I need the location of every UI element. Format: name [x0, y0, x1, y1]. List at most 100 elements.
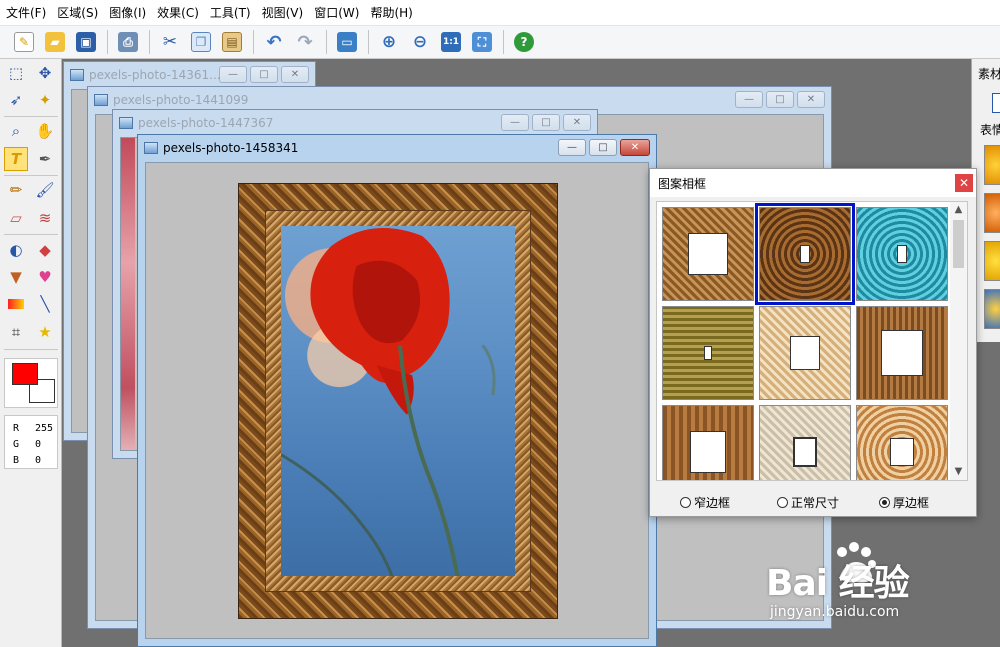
zoom-out-button[interactable]: ⊖ [406, 28, 434, 56]
brush-icon[interactable]: 🖌 [33, 178, 57, 202]
crop-icon[interactable]: ⌗ [4, 320, 28, 344]
zoom-in-button[interactable]: ⊕ [375, 28, 403, 56]
color-replace-icon[interactable]: ◆ [33, 238, 57, 262]
radio-normal-size[interactable]: 正常尺寸 [777, 494, 839, 511]
image-file-icon [70, 69, 84, 81]
eyedropper-icon[interactable]: ✒ [33, 147, 57, 171]
toolbar-separator [368, 30, 369, 54]
help-button[interactable]: ? [510, 28, 538, 56]
frame-hole [704, 346, 712, 360]
new-button[interactable]: ✎ [10, 28, 38, 56]
redo-icon: ↷ [297, 31, 313, 53]
emoji-tab[interactable]: 表情 [980, 121, 1000, 138]
menu-help[interactable]: 帮助(H) [368, 4, 421, 21]
undo-button[interactable]: ↶ [260, 28, 288, 56]
radio-thick-border[interactable]: 厚边框 [879, 494, 929, 511]
frame-thumb-brown-wood[interactable] [856, 306, 948, 400]
smudge-icon[interactable]: ≋ [33, 206, 57, 230]
frame-thumb-marble-beige[interactable] [759, 405, 851, 480]
menu-image[interactable]: 图像(I) [107, 4, 155, 21]
gradient-icon[interactable] [4, 292, 28, 316]
document-window-active[interactable]: pexels-photo-1458341 — □ ✕ [137, 134, 657, 647]
scroll-up-icon[interactable]: ▲ [950, 202, 967, 218]
fit-window-button[interactable]: ⛶ [468, 28, 496, 56]
framed-photo [238, 183, 558, 619]
maximize-button[interactable]: □ [532, 114, 560, 131]
frame-thumb-cyan-ornate[interactable] [856, 207, 948, 301]
magic-wand-icon[interactable]: ✦ [33, 88, 57, 112]
emoji-item[interactable] [984, 193, 1000, 233]
fill-bucket-icon[interactable]: ▼ [4, 265, 28, 289]
minimize-button[interactable]: — [219, 66, 247, 83]
redo-button[interactable]: ↷ [291, 28, 319, 56]
canvas-area[interactable] [145, 162, 649, 639]
eraser-icon[interactable]: ▱ [4, 206, 28, 230]
zoom-tool-icon[interactable]: ⌕ [4, 119, 28, 143]
close-button[interactable]: ✕ [563, 114, 591, 131]
baidu-watermark: Bai 经验 jingyan.baidu.com [758, 540, 998, 630]
lasso-select-icon[interactable]: ➶ [4, 88, 28, 112]
scrollbar-thumb[interactable] [953, 220, 964, 268]
zoom-in-icon: ⊕ [381, 32, 397, 52]
radio-label: 正常尺寸 [791, 496, 840, 510]
open-button[interactable]: ▰ [41, 28, 69, 56]
line-tool-icon[interactable]: ╲ [33, 292, 57, 316]
radio-narrow-border[interactable]: 窄边框 [680, 494, 730, 511]
window-controls: — □ ✕ [558, 139, 650, 156]
frame-dialog-titlebar[interactable]: 图案相框 [650, 169, 976, 197]
text-tool-icon[interactable]: T [4, 147, 28, 171]
menu-file[interactable]: 文件(F) [4, 4, 55, 21]
hand-tool-icon[interactable]: ✋ [33, 119, 57, 143]
paste-button[interactable]: ▤ [218, 28, 246, 56]
palette-divider [4, 234, 58, 235]
star-shape-icon[interactable]: ★ [33, 320, 57, 344]
print-icon: ⎙ [118, 32, 138, 52]
menu-region[interactable]: 区域(S) [55, 4, 107, 21]
actual-size-button[interactable]: 1:1 [437, 28, 465, 56]
emoji-item[interactable] [984, 241, 1000, 281]
pencil-icon[interactable]: ✏ [4, 178, 28, 202]
close-button[interactable]: ✕ [797, 91, 825, 108]
screenshot-button[interactable]: ▭ [333, 28, 361, 56]
window-title: pexels-photo-14361... [89, 68, 221, 82]
frame-thumb-gold-ornate[interactable] [856, 405, 948, 480]
minimize-button[interactable]: — [558, 139, 586, 156]
rect-select-icon[interactable]: ⬚ [4, 61, 28, 85]
clone-stamp-icon[interactable]: ◐ [4, 238, 28, 262]
window-title: pexels-photo-1441099 [113, 93, 249, 107]
maximize-button[interactable]: □ [766, 91, 794, 108]
scroll-down-icon[interactable]: ▼ [950, 464, 967, 480]
frame-thumb-olive-square[interactable] [662, 306, 754, 400]
minimize-button[interactable]: — [735, 91, 763, 108]
frame-thumb-brown-rope[interactable] [662, 207, 754, 301]
menu-window[interactable]: 窗口(W) [312, 4, 368, 21]
minimize-button[interactable]: — [501, 114, 529, 131]
frame-hole [890, 438, 914, 466]
emoji-item[interactable] [984, 145, 1000, 185]
cut-button[interactable]: ✂ [156, 28, 184, 56]
material-panel-button[interactable] [992, 93, 1000, 113]
save-button[interactable]: ▣ [72, 28, 100, 56]
maximize-button[interactable]: □ [250, 66, 278, 83]
close-button[interactable]: ✕ [620, 139, 650, 156]
copy-button[interactable]: ❐ [187, 28, 215, 56]
move-selection-icon[interactable]: ✥ [33, 61, 57, 85]
frame-dialog-close-button[interactable]: ✕ [955, 174, 973, 192]
frame-thumb-beige-lace[interactable] [759, 306, 851, 400]
emoji-item[interactable] [984, 289, 1000, 329]
radio-circle-checked [879, 497, 890, 508]
heart-shape-icon[interactable]: ♥ [33, 265, 57, 289]
print-button[interactable]: ⎙ [114, 28, 142, 56]
gallery-scrollbar[interactable]: ▲ ▼ [950, 202, 967, 480]
frame-thumb-dark-ornate[interactable] [755, 203, 855, 305]
frame-thumb-wood-plain[interactable] [662, 405, 754, 480]
foreground-color-swatch[interactable] [12, 363, 38, 385]
toolbar-separator [149, 30, 150, 54]
menu-tools[interactable]: 工具(T) [208, 4, 260, 21]
image-file-icon [94, 94, 108, 106]
menu-view[interactable]: 视图(V) [260, 4, 313, 21]
close-button[interactable]: ✕ [281, 66, 309, 83]
window-title: pexels-photo-1458341 [163, 141, 299, 155]
maximize-button[interactable]: □ [589, 139, 617, 156]
menu-effects[interactable]: 效果(C) [155, 4, 208, 21]
